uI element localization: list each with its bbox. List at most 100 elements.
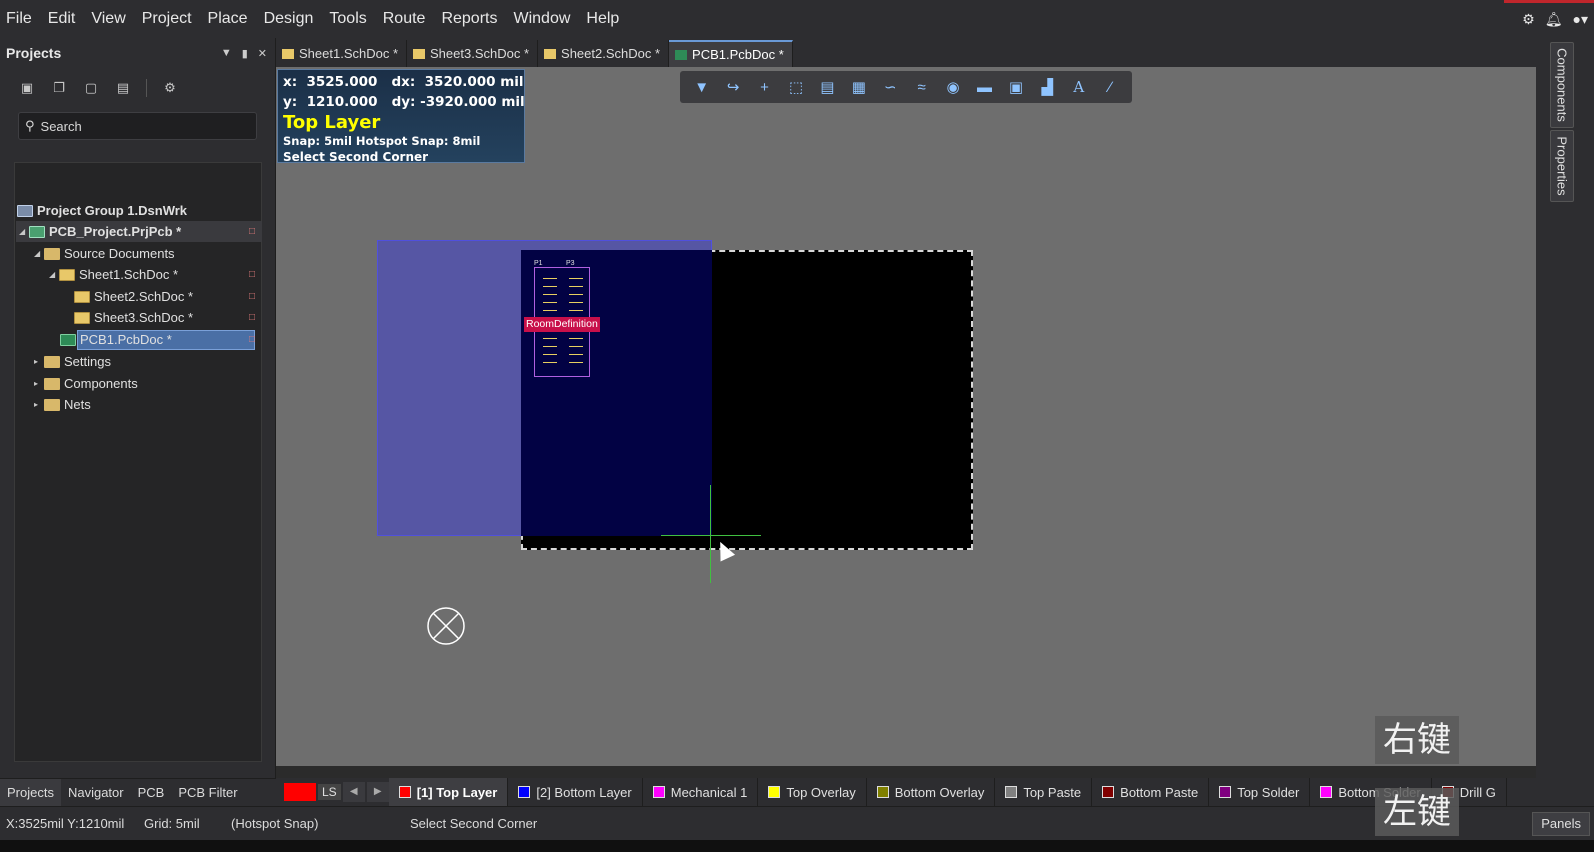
search-input[interactable]: ⚲ Search: [18, 112, 257, 140]
pad: [569, 346, 583, 347]
pcb-canvas[interactable]: x: 3525.000 dx: 3520.000 mil y: 1210.000…: [276, 67, 1536, 766]
tree-sheet2[interactable]: Sheet2.SchDoc * □: [74, 286, 255, 307]
layer-tab-bottom-overlay[interactable]: Bottom Overlay: [867, 778, 996, 806]
menu-place[interactable]: Place: [200, 0, 256, 38]
region-icon[interactable]: ▣: [1004, 78, 1028, 96]
layer-prev-icon[interactable]: ◀: [342, 782, 365, 802]
menu-file[interactable]: File: [0, 0, 40, 38]
gear-icon[interactable]: ⚙: [1522, 11, 1535, 28]
layer-next-icon[interactable]: ▶: [366, 782, 389, 802]
save-all-icon[interactable]: ❐: [50, 80, 68, 96]
doc-tab-sheet1[interactable]: Sheet1.SchDoc *: [276, 40, 408, 67]
pcb-project-icon: [29, 225, 45, 238]
layer-tab-bottom-layer[interactable]: [2] Bottom Layer: [508, 778, 643, 806]
bell-icon[interactable]: 🔔︎: [1545, 11, 1563, 28]
room-definition-label: RoomDefinition: [524, 317, 600, 332]
layer-swatch: [398, 786, 411, 798]
pad: [543, 354, 557, 355]
layer-tab-mechanical-1[interactable]: Mechanical 1: [643, 778, 759, 806]
pin-icon[interactable]: ▮: [242, 47, 248, 60]
pad: [543, 346, 557, 347]
projects-panel: Projects ▼ ▮ ✕ ▣ ❐ ▢ ▤ ⚙ ⚲ Search Projec…: [0, 38, 276, 778]
filter-icon[interactable]: ▼: [690, 79, 714, 96]
layer-tab-top-layer[interactable]: [1] Top Layer: [388, 778, 509, 806]
toolbar-separator: [146, 79, 147, 97]
status-grid: Grid: 5mil: [144, 816, 200, 831]
layer-tab-top-paste[interactable]: Top Paste: [995, 778, 1093, 806]
menu-route[interactable]: Route: [375, 0, 434, 38]
properties-panel-tab[interactable]: Properties: [1550, 130, 1574, 202]
layer-tab-bottom-paste[interactable]: Bottom Paste: [1092, 778, 1210, 806]
doc-tab-sheet2[interactable]: Sheet2.SchDoc *: [538, 40, 670, 67]
expand-arrow-icon[interactable]: ◢: [34, 249, 44, 258]
layer-tab-top-overlay[interactable]: Top Overlay: [758, 778, 867, 806]
fill-icon[interactable]: ▬: [973, 79, 997, 96]
tree-settings[interactable]: ▸ Settings: [34, 351, 111, 372]
tree-source-documents[interactable]: ◢ Source Documents: [34, 243, 175, 264]
component-icon[interactable]: ▦: [847, 78, 871, 96]
menu-window[interactable]: Window: [505, 0, 578, 38]
dimension-icon[interactable]: ▟: [1035, 78, 1059, 96]
layer-set-button[interactable]: LS: [318, 784, 341, 800]
expand-arrow-icon[interactable]: ◢: [49, 270, 59, 279]
menu-view[interactable]: View: [83, 0, 133, 38]
close-project-icon[interactable]: ▤: [114, 80, 132, 96]
tree-project[interactable]: ◢ PCB_Project.PrjPcb * □: [19, 221, 255, 242]
menu-tools[interactable]: Tools: [321, 0, 374, 38]
search-placeholder: Search: [40, 118, 82, 134]
panels-button[interactable]: Panels: [1532, 812, 1590, 836]
collapse-arrow-icon[interactable]: ▸: [34, 400, 44, 409]
interactive-route-icon[interactable]: ∽: [878, 78, 902, 96]
collapse-arrow-icon[interactable]: ▸: [34, 357, 44, 366]
layer-tab-top-solder[interactable]: Top Solder: [1209, 778, 1311, 806]
panel-tab-projects[interactable]: Projects: [0, 778, 61, 807]
line-icon[interactable]: ∕: [1098, 79, 1122, 96]
select-rect-icon[interactable]: ⬚: [784, 78, 808, 96]
tree-pcb1[interactable]: PCB1.PcbDoc * □: [60, 329, 255, 350]
doc-tab-sheet3[interactable]: Sheet3.SchDoc *: [407, 40, 539, 67]
collapse-arrow-icon[interactable]: ▸: [34, 379, 44, 388]
os-taskbar: [0, 840, 1594, 852]
close-icon[interactable]: ✕: [258, 47, 267, 60]
panel-tab-pcb[interactable]: PCB: [131, 779, 172, 807]
save-icon[interactable]: ▣: [18, 80, 36, 96]
altium-designer-window: File Edit View Project Place Design Tool…: [0, 0, 1594, 852]
hud-snap: Snap: 5mil Hotspot Snap: 8mil: [283, 134, 481, 148]
menu-edit[interactable]: Edit: [40, 0, 84, 38]
cross-probe-icon[interactable]: +: [753, 79, 777, 96]
modified-doc-icon: □: [248, 312, 255, 323]
panel-tab-pcb-filter[interactable]: PCB Filter: [171, 779, 244, 807]
expand-arrow-icon[interactable]: ◢: [19, 227, 29, 236]
modified-doc-icon: □: [248, 269, 255, 280]
panel-menu-icon[interactable]: ▼: [221, 47, 232, 59]
doc-tab-pcb1[interactable]: PCB1.PcbDoc *: [669, 40, 793, 67]
menu-project[interactable]: Project: [134, 0, 200, 38]
panel-tabs: Projects Navigator PCB PCB Filter: [0, 778, 276, 807]
tree-sheet3[interactable]: Sheet3.SchDoc * □: [74, 307, 255, 328]
layer-swatch: [1219, 786, 1232, 798]
open-project-icon[interactable]: ▢: [82, 80, 100, 96]
menu-design[interactable]: Design: [256, 0, 322, 38]
text-icon[interactable]: A: [1067, 78, 1091, 96]
panel-tab-navigator[interactable]: Navigator: [61, 779, 131, 807]
menu-reports[interactable]: Reports: [433, 0, 505, 38]
route-icon[interactable]: ↪: [721, 78, 745, 96]
folder-icon: [44, 355, 60, 368]
components-panel-tab[interactable]: Components: [1550, 42, 1574, 128]
diff-pair-icon[interactable]: ≈: [910, 79, 934, 96]
settings-icon[interactable]: ⚙: [161, 80, 179, 96]
document-tabs: Sheet1.SchDoc * Sheet3.SchDoc * Sheet2.S…: [276, 38, 1536, 67]
pad: [569, 310, 583, 311]
menu-help[interactable]: Help: [578, 0, 627, 38]
tree-nets[interactable]: ▸ Nets: [34, 394, 91, 415]
user-icon[interactable]: ●▾: [1573, 11, 1588, 28]
via-icon[interactable]: ◉: [941, 78, 965, 96]
align-icon[interactable]: ▤: [815, 78, 839, 96]
current-layer-color-swatch[interactable]: [284, 783, 316, 801]
tree-project-group[interactable]: Project Group 1.DsnWrk: [17, 200, 187, 221]
tree-components[interactable]: ▸ Components: [34, 373, 138, 394]
schematic-doc-icon: [59, 268, 75, 281]
projects-panel-header: Projects ▼ ▮ ✕: [0, 38, 275, 68]
folder-icon: [44, 377, 60, 390]
tree-sheet1[interactable]: ◢ Sheet1.SchDoc * □: [49, 264, 255, 285]
